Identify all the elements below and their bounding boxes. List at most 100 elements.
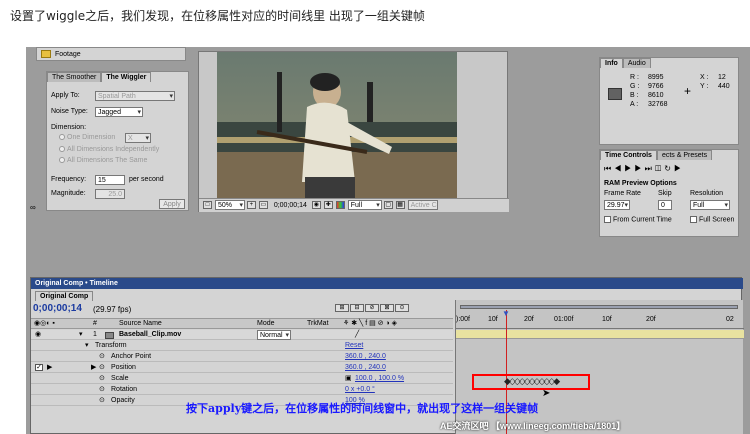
radio-icon: [59, 146, 65, 153]
keyframe-icon[interactable]: ◆: [553, 376, 560, 386]
layer-row[interactable]: ◉ ▾ 1 Baseball_Clip.mov Normal ╱: [31, 330, 453, 340]
prop-row-anchor-point[interactable]: ⊙ Anchor Point 360.0 , 240.0: [31, 352, 453, 362]
info-y-value: 440: [718, 83, 730, 90]
prev-frame-icon[interactable]: ◀: [614, 164, 624, 173]
apply-button[interactable]: Apply: [159, 199, 185, 209]
apply-to-select[interactable]: Spatial Path: [95, 91, 175, 101]
noise-type-select[interactable]: Jagged: [95, 107, 143, 117]
timeline-current-time[interactable]: 0;00;00;14: [33, 303, 82, 314]
loop-icon[interactable]: ↻: [664, 164, 674, 173]
wiggler-panel: The Smoother The Wiggler Apply To: Spati…: [46, 71, 189, 211]
ruler-label: 02: [726, 316, 734, 323]
ram-preview-icon[interactable]: ▶: [674, 164, 684, 173]
col-source-name[interactable]: Source Name: [119, 319, 162, 329]
frame-rate-select[interactable]: 29.97: [604, 200, 630, 210]
tab-time-controls[interactable]: Time Controls: [600, 150, 657, 160]
blend-mode-select[interactable]: Normal: [257, 330, 291, 340]
folder-icon: [41, 50, 51, 58]
full-screen-checkbox[interactable]: Full Screen: [690, 216, 734, 223]
tab-original-comp[interactable]: Original Comp: [35, 291, 94, 301]
prop-value[interactable]: 360.0 , 240.0: [345, 352, 386, 362]
folder-label[interactable]: Footage: [55, 51, 81, 58]
prop-value[interactable]: 0 x +0.0 °: [345, 385, 375, 395]
stopwatch-icon[interactable]: ⊙: [99, 363, 105, 373]
timeline-window: Original Comp • Timeline Original Comp 0…: [30, 277, 744, 434]
shy-layers-icon[interactable]: ⊘: [365, 304, 379, 312]
checkbox-icon: [690, 216, 697, 223]
radio-all-independent[interactable]: All Dimensions Independently: [59, 146, 159, 153]
prop-row-position[interactable]: ✓ ▶ ▶ ⊙ Position 360.0 , 240.0: [31, 363, 453, 373]
next-frame-icon[interactable]: ▶: [634, 164, 644, 173]
keyframe-nav-arrow-icon[interactable]: ▶: [47, 363, 52, 373]
annotation-text: 按下apply键之后，在位移属性的时间线窗中，就出现了这样一组关键帧: [186, 402, 539, 415]
tab-audio[interactable]: Audio: [622, 58, 651, 68]
stopwatch-icon[interactable]: ⊙: [99, 374, 105, 384]
show-snapshot-icon[interactable]: ✚: [323, 201, 333, 210]
draft-3d-icon[interactable]: ⊟: [350, 304, 364, 312]
prop-name: Rotation: [111, 386, 138, 393]
stopwatch-icon[interactable]: ⊙: [99, 385, 105, 395]
property-expand-icon[interactable]: ▶: [91, 363, 96, 373]
from-current-time-checkbox[interactable]: From Current Time: [604, 216, 672, 223]
keyframe-group[interactable]: ◆◇◇◇◇◇◇◇◇◇◆: [504, 376, 560, 387]
tab-info[interactable]: Info: [600, 58, 623, 68]
last-frame-icon[interactable]: ⏭: [645, 164, 655, 173]
one-dimension-axis-select[interactable]: X: [125, 133, 151, 143]
layer-duration-bar[interactable]: [456, 330, 744, 339]
resolution-select[interactable]: Full: [347, 200, 382, 211]
transform-reset-link[interactable]: Reset: [345, 341, 363, 351]
frame-blending-icon[interactable]: ⊠: [380, 304, 394, 312]
motion-blur-icon[interactable]: ⊙: [395, 304, 409, 312]
radio-all-same[interactable]: All Dimensions The Same: [59, 157, 147, 164]
prop-row-scale[interactable]: ⊙ Scale ▣ 100.0 , 100.0 %: [31, 374, 453, 384]
quality-icon[interactable]: ╱: [355, 330, 359, 340]
channel-icon[interactable]: [335, 201, 345, 210]
prop-value[interactable]: 360.0 , 240.0: [345, 363, 386, 373]
ruler-label: ):00f: [456, 316, 471, 323]
transform-arrow-icon[interactable]: ▾: [85, 341, 89, 351]
viewer-timecode[interactable]: 0;00;00;14: [274, 202, 307, 209]
region-icon[interactable]: □: [203, 201, 212, 210]
play-icon[interactable]: ▶: [624, 164, 634, 173]
ram-resolution-select[interactable]: Full: [690, 200, 730, 210]
time-indicator-head-icon[interactable]: ▼: [502, 309, 510, 318]
first-frame-icon[interactable]: ⏮: [604, 164, 614, 173]
audio-icon[interactable]: ◫: [655, 164, 664, 173]
zoom-select[interactable]: 50%: [214, 200, 245, 211]
skip-input[interactable]: 0: [658, 200, 672, 210]
frequency-input[interactable]: 15: [95, 175, 125, 185]
comp-flowchart-icon[interactable]: ⊞: [335, 304, 349, 312]
magnitude-label: Magnitude:: [51, 190, 86, 197]
grid-icon[interactable]: ▭: [258, 201, 268, 210]
stopwatch-icon[interactable]: ⊙: [99, 396, 105, 406]
tab-smoother[interactable]: The Smoother: [47, 72, 102, 82]
tab-effects-presets[interactable]: ects & Presets: [656, 150, 713, 160]
video-checkbox-icon[interactable]: ✓: [35, 364, 43, 371]
prop-name: Scale: [111, 375, 129, 382]
prop-value[interactable]: 100.0 , 100.0 %: [355, 374, 404, 384]
transparency-icon[interactable]: ▦: [395, 201, 405, 210]
layer-name[interactable]: Baseball_Clip.mov: [119, 330, 181, 340]
transform-row[interactable]: ▾ Transform Reset: [31, 341, 453, 351]
prop-name: Anchor Point: [111, 353, 152, 360]
comp-viewer[interactable]: □ 50% + ▭ 0;00;00;14 ◉ ✚ Full ▢ ▦ Active…: [198, 51, 509, 212]
stopwatch-icon[interactable]: ⊙: [99, 352, 105, 362]
radio-one-dimension[interactable]: One Dimension: [59, 134, 115, 141]
binoculars-icon: ∞: [30, 203, 36, 212]
magnitude-input[interactable]: 25.0: [95, 189, 125, 199]
col-mode[interactable]: Mode: [257, 319, 275, 329]
camera-select[interactable]: Active C: [407, 200, 438, 211]
link-icon[interactable]: ▣: [345, 374, 352, 384]
eye-icon[interactable]: ◉: [35, 330, 41, 340]
viewer-toolbar: □ 50% + ▭ 0;00;00;14 ◉ ✚ Full ▢ ▦ Active…: [199, 198, 509, 212]
prop-row-rotation[interactable]: ⊙ Rotation 0 x +0.0 °: [31, 385, 453, 395]
safe-zones-icon[interactable]: +: [246, 201, 256, 210]
expand-arrow-icon[interactable]: ▾: [79, 330, 83, 340]
roi-icon[interactable]: ▢: [383, 201, 393, 210]
time-ruler[interactable]: ):00f 10f 20f 01:00f 10f 20f 02: [456, 313, 744, 329]
snapshot-icon[interactable]: ◉: [311, 201, 321, 210]
info-r-label: R :: [630, 74, 639, 81]
tab-wiggler[interactable]: The Wiggler: [101, 72, 152, 82]
col-trkmat[interactable]: TrkMat: [307, 319, 329, 329]
info-x-value: 12: [718, 74, 726, 81]
